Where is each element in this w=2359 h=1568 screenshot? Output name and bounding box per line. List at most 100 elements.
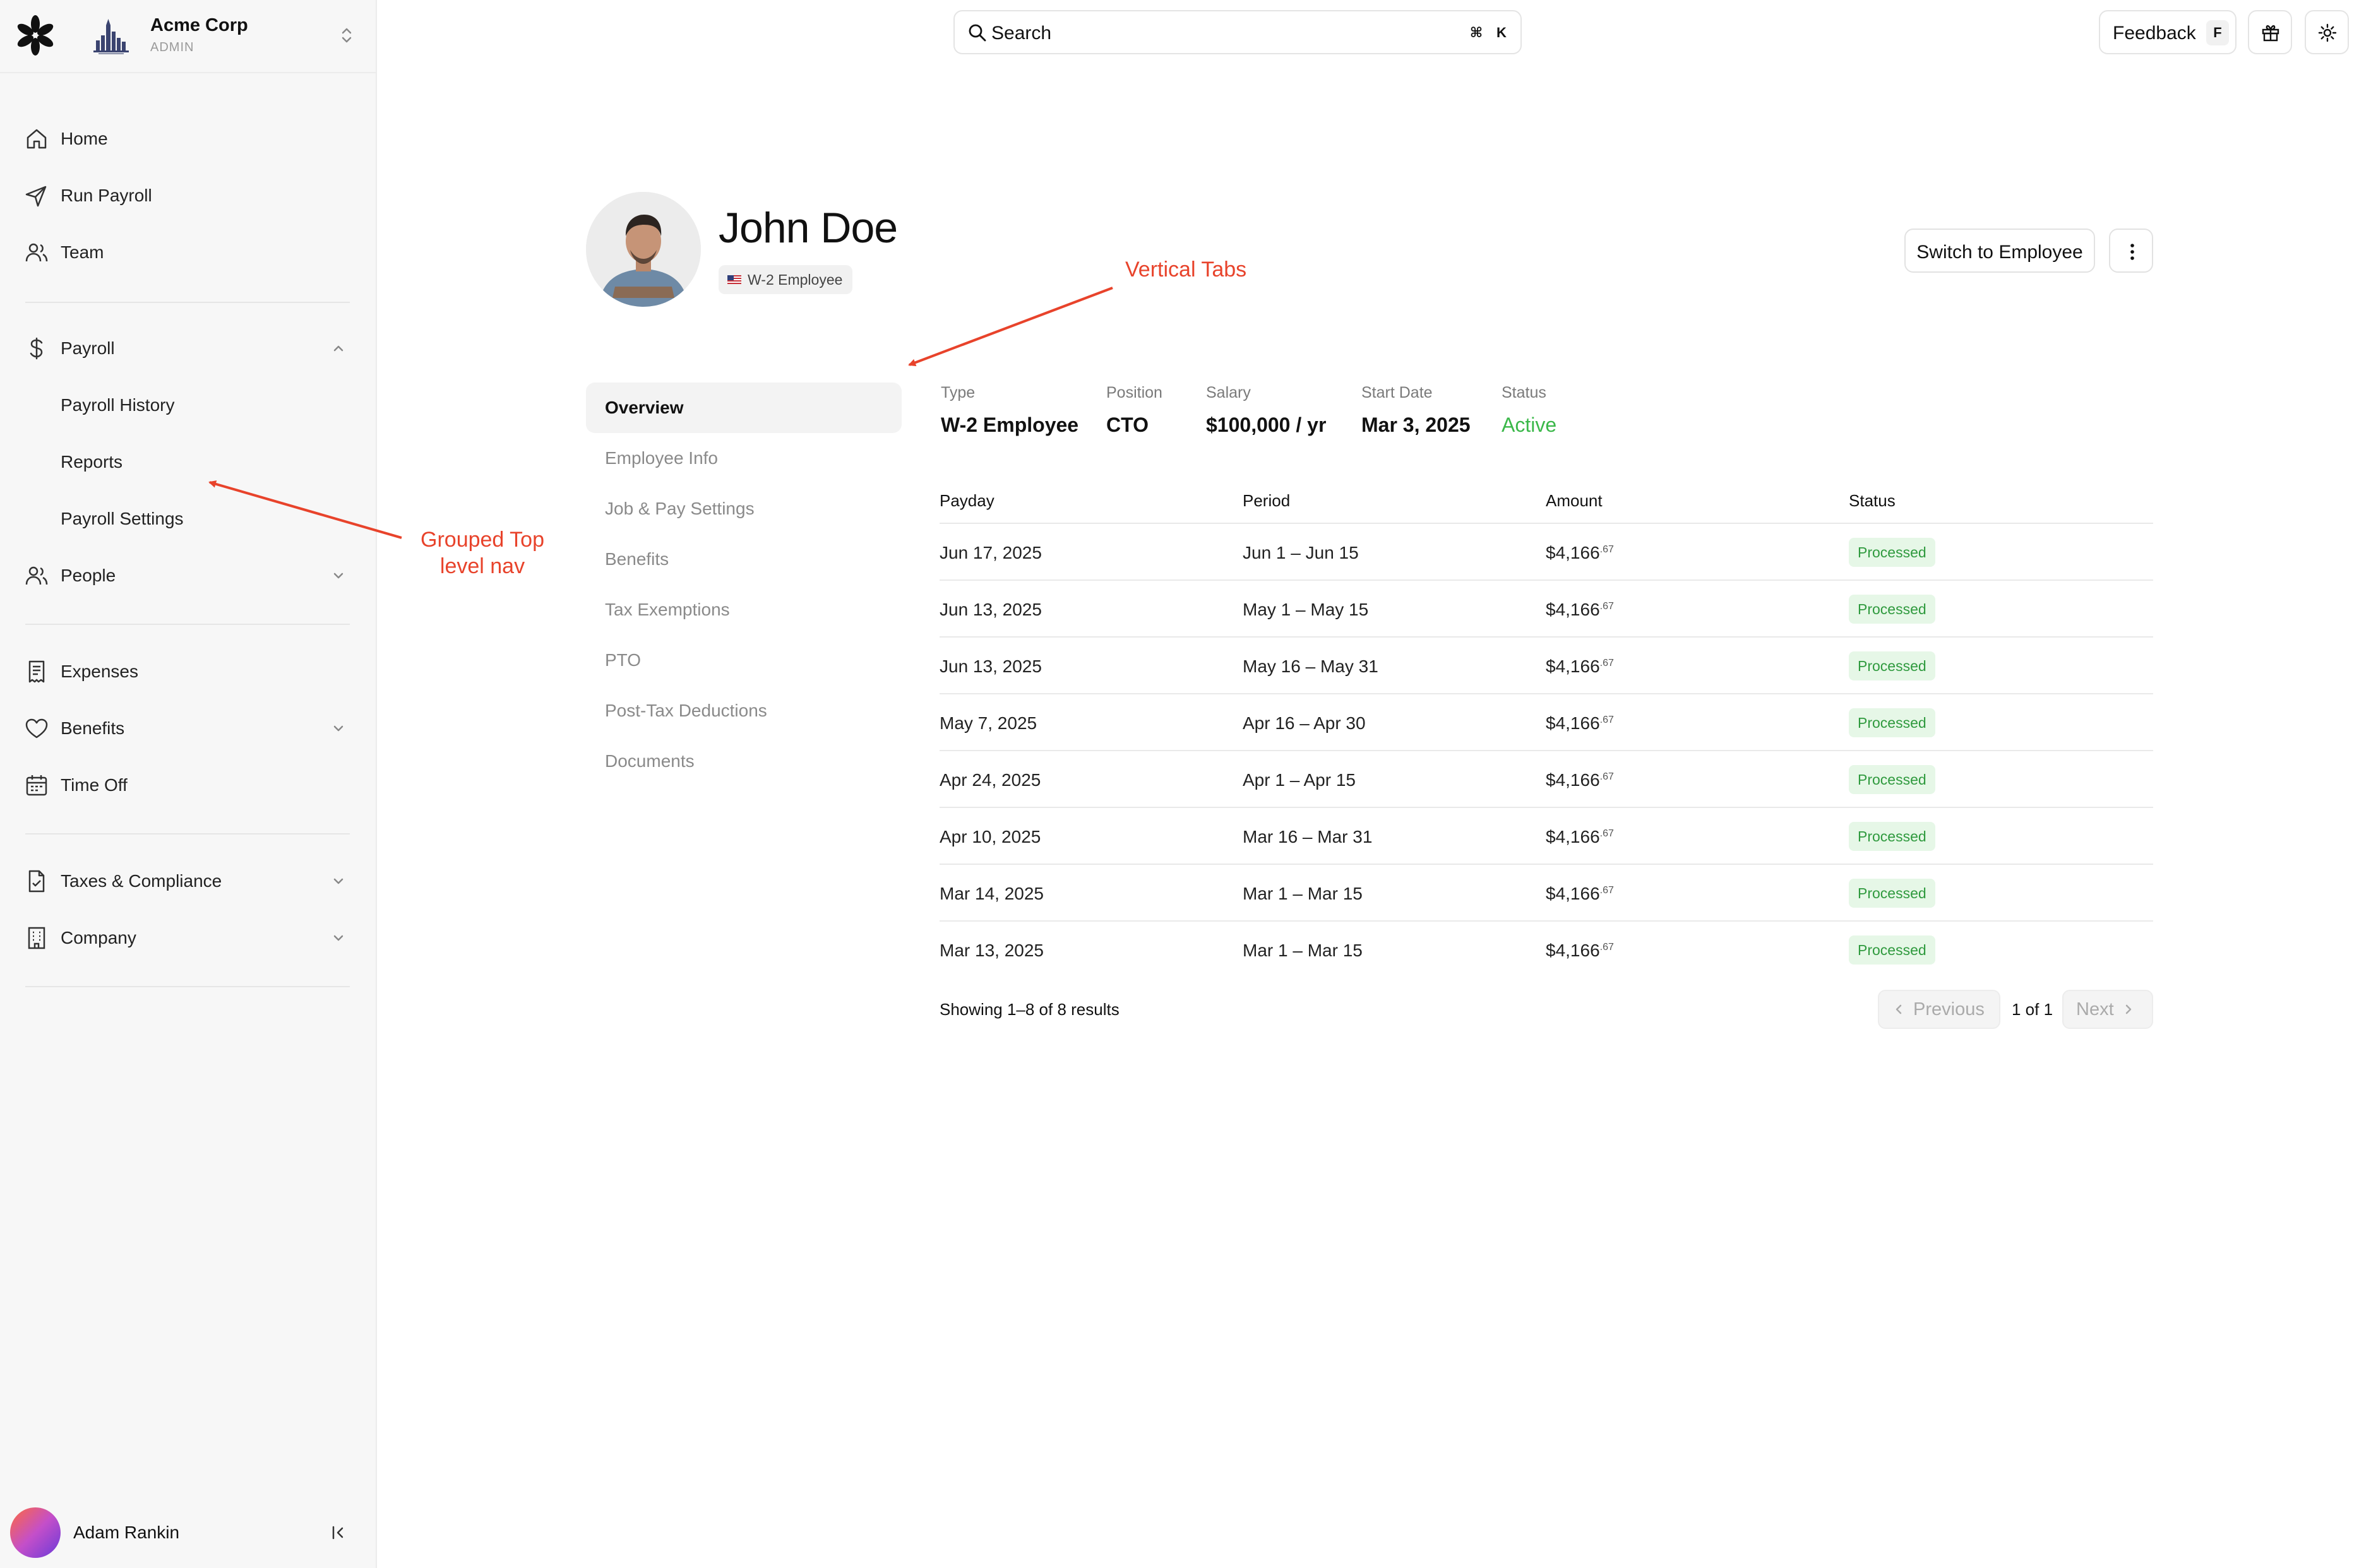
column-header-period: Period [1243,491,1291,510]
sidebar-item-team[interactable]: Team [15,230,350,275]
next-page-button[interactable]: Next [2062,990,2153,1029]
tab-label: Overview [605,398,684,417]
sidebar-item-run-payroll[interactable]: Run Payroll [15,173,350,218]
sidebar-item-expenses[interactable]: Expenses [15,649,350,694]
employee-avatar [586,192,701,307]
sidebar-item-time-off[interactable]: Time Off [15,763,350,808]
table-row[interactable]: May 7, 2025 Apr 16 – Apr 30 $4,166.67 Pr… [940,693,2153,750]
amount-cents: .67 [1599,601,1614,612]
amount-cents: .67 [1599,942,1614,953]
tab-label: PTO [605,650,642,670]
cell-period: May 1 – May 15 [1243,600,1369,619]
user-menu[interactable]: Adam Rankin [0,1505,377,1568]
gift-button[interactable] [2248,10,2292,54]
people-icon [25,566,48,585]
sidebar-group-people[interactable]: People [15,553,350,598]
cell-amount: $4,166.67 [1546,656,1614,677]
sidebar-group-taxes[interactable]: Taxes & Compliance [15,858,350,904]
cell-amount: $4,166.67 [1546,884,1614,904]
table-row[interactable]: Jun 13, 2025 May 1 – May 15 $4,166.67 Pr… [940,579,2153,636]
tab-label: Employee Info [605,448,718,468]
tab-job-pay-settings[interactable]: Job & Pay Settings [586,484,902,534]
cell-period: Mar 1 – Mar 15 [1243,884,1363,903]
status-badge: Processed [1849,879,1935,908]
next-label: Next [2076,999,2114,1019]
table-row[interactable]: Jun 13, 2025 May 16 – May 31 $4,166.67 P… [940,636,2153,693]
document-check-icon [28,870,45,893]
cell-period: Apr 1 – Apr 15 [1243,770,1356,790]
tab-post-tax-deductions[interactable]: Post-Tax Deductions [586,686,902,736]
column-header-status: Status [1849,491,1896,510]
amount-cents: .67 [1599,828,1614,839]
cell-payday: Apr 10, 2025 [940,827,1041,846]
cell-payday: Jun 13, 2025 [940,656,1042,676]
theme-toggle-button[interactable] [2305,10,2349,54]
table-row[interactable]: Mar 14, 2025 Mar 1 – Mar 15 $4,166.67 Pr… [940,864,2153,920]
cell-amount: $4,166.67 [1546,941,1614,961]
tab-overview[interactable]: Overview [586,383,902,433]
table-row[interactable]: Apr 24, 2025 Apr 1 – Apr 15 $4,166.67 Pr… [940,750,2153,807]
asterisk-logo-icon [17,15,54,56]
employee-name: John Doe [719,204,898,252]
chevron-down-icon [333,935,343,941]
cell-payday: May 7, 2025 [940,713,1037,733]
tab-label: Benefits [605,549,669,569]
sidebar-group-company[interactable]: Company [15,915,350,961]
sidebar-group-payroll[interactable]: Payroll [15,326,350,371]
shortcut-k-key: K [1496,25,1507,40]
feedback-shortcut-key: F [2206,20,2229,45]
chevron-right-icon [2125,1004,2131,1014]
feedback-button[interactable]: Feedback F [2099,10,2237,54]
sidebar-item-label: Run Payroll [61,186,152,205]
amount-dollars: $4,166 [1546,770,1600,790]
chevron-up-icon [333,345,343,352]
amount-dollars: $4,166 [1546,656,1600,676]
sidebar-divider [25,986,350,987]
sidebar-item-payroll-history[interactable]: Payroll History [15,383,350,428]
table-row[interactable]: Apr 10, 2025 Mar 16 – Mar 31 $4,166.67 P… [940,807,2153,864]
cell-amount: $4,166.67 [1546,713,1614,734]
tab-documents[interactable]: Documents [586,736,902,787]
sidebar-item-label: Taxes & Compliance [61,871,222,891]
sidebar-group-benefits[interactable]: Benefits [15,706,350,751]
previous-page-button[interactable]: Previous [1878,990,2000,1029]
more-actions-button[interactable] [2109,229,2153,273]
user-name: Adam Rankin [73,1523,180,1542]
page-indicator: 1 of 1 [2012,1000,2053,1019]
annotation-grouped-nav-line2: level nav [439,554,525,578]
tab-tax-exemptions[interactable]: Tax Exemptions [586,585,902,635]
table-row[interactable]: Mar 13, 2025 Mar 1 – Mar 15 $4,166.67 Pr… [940,920,2153,977]
cell-period: May 16 – May 31 [1243,656,1378,676]
table-row[interactable]: Jun 17, 2025 Jun 1 – Jun 15 $4,166.67 Pr… [940,523,2153,579]
sun-icon [2318,23,2337,42]
annotation-grouped-nav: Grouped Top level nav [407,526,558,579]
collapse-sidebar-icon[interactable] [328,1523,349,1543]
summary-value: $100,000 / yr [1206,413,1327,436]
sidebar: Acme Corp ADMIN Home Run Payroll Team Pa… [0,0,377,1568]
home-icon [27,129,47,149]
chevron-down-icon [333,725,343,732]
cell-payday: Apr 24, 2025 [940,770,1041,790]
status-badge: Processed [1849,765,1935,794]
summary-label: Type [941,384,976,401]
sidebar-item-label: Payroll Settings [61,509,184,528]
tab-label: Post-Tax Deductions [605,701,767,720]
sidebar-item-reports[interactable]: Reports [15,439,350,485]
tab-label: Job & Pay Settings [605,499,755,518]
org-switcher[interactable]: Acme Corp ADMIN [0,0,377,73]
tab-employee-info[interactable]: Employee Info [586,433,902,484]
summary-label: Salary [1206,384,1251,401]
heart-icon [25,718,48,739]
amount-dollars: $4,166 [1546,713,1600,733]
tab-benefits[interactable]: Benefits [586,534,902,585]
sidebar-item-home[interactable]: Home [15,116,350,162]
switch-to-employee-button[interactable]: Switch to Employee [1904,229,2095,273]
search-input[interactable]: Search ⌘ K [953,10,1522,54]
sidebar-item-payroll-settings[interactable]: Payroll Settings [15,496,350,542]
switch-to-employee-label: Switch to Employee [1916,242,2083,263]
search-placeholder: Search [991,23,1052,44]
cell-payday: Jun 17, 2025 [940,543,1042,562]
feedback-label: Feedback [2113,23,2196,44]
tab-pto[interactable]: PTO [586,635,902,686]
app-page: Acme Corp ADMIN Home Run Payroll Team Pa… [0,0,2359,1568]
